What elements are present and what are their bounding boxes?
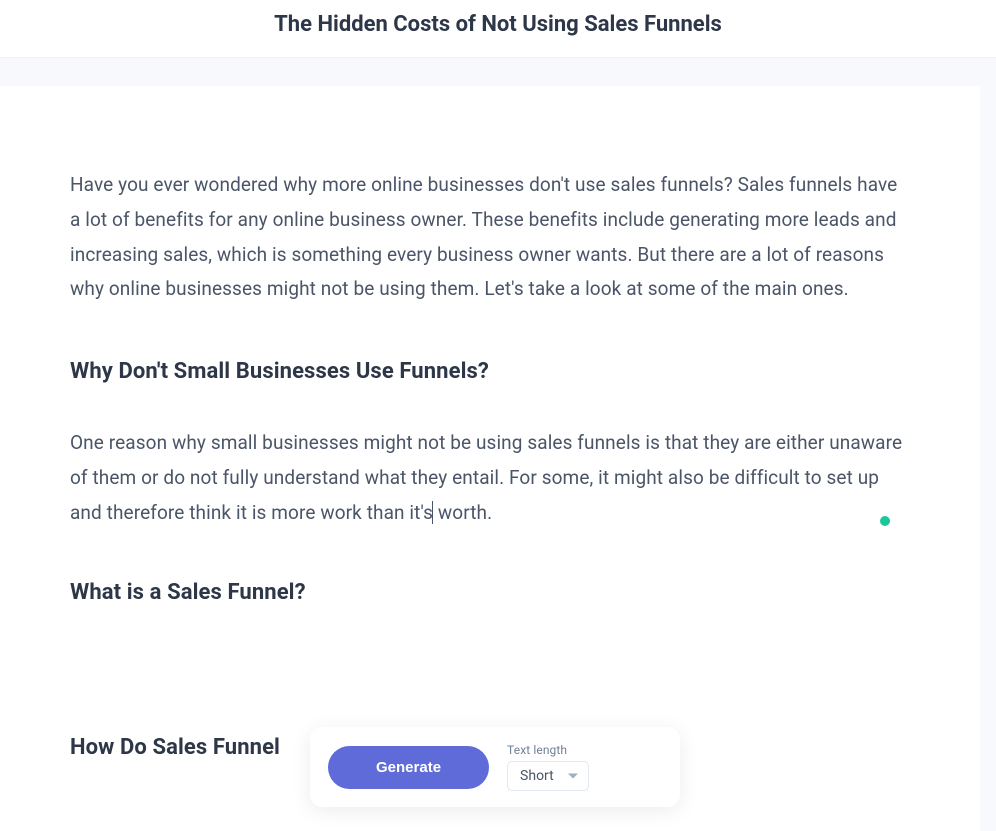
text-length-select[interactable]: Short bbox=[507, 761, 589, 791]
body-paragraph-1[interactable]: One reason why small businesses might no… bbox=[70, 426, 910, 530]
chevron-down-icon bbox=[568, 774, 578, 779]
page-title: The Hidden Costs of Not Using Sales Funn… bbox=[0, 12, 996, 37]
header-gap bbox=[0, 58, 996, 86]
status-indicator-icon bbox=[880, 516, 890, 526]
article-content: Have you ever wondered why more online b… bbox=[0, 86, 980, 831]
intro-paragraph: Have you ever wondered why more online b… bbox=[70, 168, 910, 307]
page-header: The Hidden Costs of Not Using Sales Funn… bbox=[0, 0, 996, 58]
text-length-label: Text length bbox=[507, 743, 589, 757]
section-heading-what: What is a Sales Funnel? bbox=[70, 580, 910, 605]
generate-button[interactable]: Generate bbox=[328, 746, 489, 789]
text-length-control: Text length Short bbox=[507, 743, 589, 791]
paragraph-text-b: worth. bbox=[433, 501, 492, 524]
generate-toolbar: Generate Text length Short bbox=[310, 727, 680, 807]
section-heading-why: Why Don't Small Businesses Use Funnels? bbox=[70, 359, 910, 384]
text-length-value: Short bbox=[520, 768, 554, 784]
